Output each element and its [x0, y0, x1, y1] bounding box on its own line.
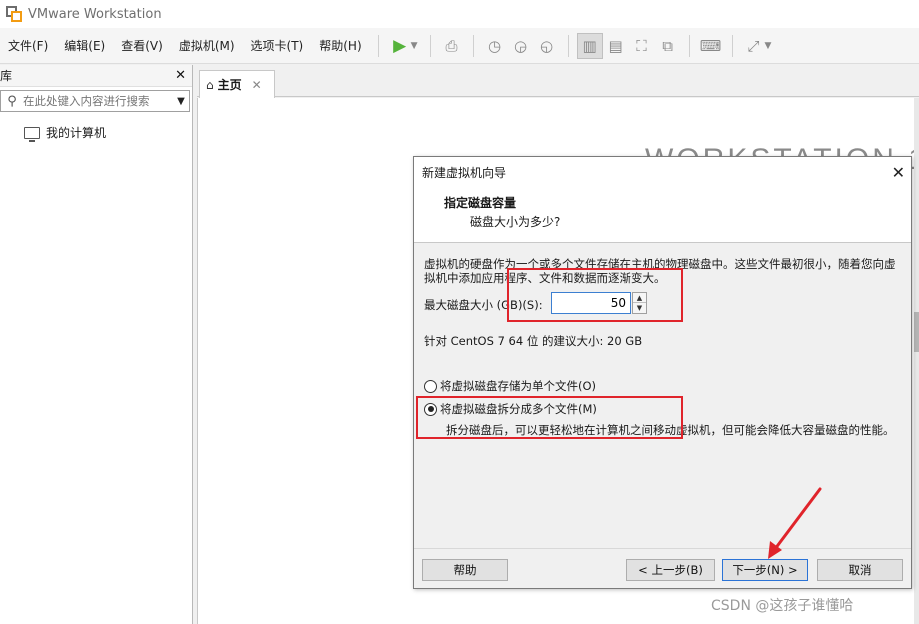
- show-library-icon[interactable]: ▥: [576, 32, 603, 59]
- search-icon: ⚲: [7, 93, 17, 109]
- home-icon: ⌂: [206, 77, 214, 92]
- send-keys-icon[interactable]: ⎙: [439, 33, 465, 59]
- dialog-title-bar: 新建虚拟机向导 ✕: [414, 157, 911, 187]
- dialog-subheading: 磁盘大小为多少?: [470, 215, 561, 229]
- menu-view[interactable]: 查看(V): [113, 34, 171, 58]
- close-icon[interactable]: ✕: [892, 163, 905, 182]
- snapshot-icon[interactable]: ◷: [482, 33, 508, 59]
- library-pane: 库 ✕ ⚲ ▼ 我的计算机: [0, 65, 193, 624]
- power-on-icon[interactable]: ▶: [387, 33, 413, 59]
- menu-file[interactable]: 文件(F): [0, 34, 56, 58]
- dialog-header: 指定磁盘容量 磁盘大小为多少?: [414, 187, 911, 241]
- tree-item-my-computer[interactable]: 我的计算机: [24, 124, 192, 142]
- library-search: ⚲ ▼: [0, 90, 190, 112]
- cancel-button[interactable]: 取消: [817, 559, 903, 581]
- radio-single-file[interactable]: 将虚拟磁盘存储为单个文件(O): [424, 378, 596, 394]
- new-vm-wizard-dialog: 新建虚拟机向导 ✕ 指定磁盘容量 磁盘大小为多少? 虚拟机的硬盘作为一个或多个文…: [413, 156, 912, 589]
- menu-vm[interactable]: 虚拟机(M): [171, 34, 243, 58]
- close-icon[interactable]: ✕: [175, 68, 186, 83]
- next-button[interactable]: 下一步(N) >: [722, 559, 808, 581]
- tab-home[interactable]: ⌂ 主页 ✕: [199, 70, 275, 98]
- revert-snapshot-icon[interactable]: ◶: [508, 33, 534, 59]
- dialog-title: 新建虚拟机向导: [422, 165, 507, 180]
- watermark: CSDN @这孩子谁懂哈: [711, 598, 854, 614]
- close-icon[interactable]: ✕: [252, 78, 262, 92]
- tab-strip: ⌂ 主页 ✕: [197, 65, 919, 98]
- computer-icon: [24, 126, 40, 142]
- console-view-icon[interactable]: ⌨: [698, 33, 724, 59]
- unity-icon[interactable]: ⧉: [655, 33, 681, 59]
- menu-bar: 文件(F) 编辑(E) 查看(V) 虚拟机(M) 选项卡(T) 帮助(H) ▶ …: [0, 28, 919, 64]
- tab-label: 主页: [217, 78, 242, 92]
- toolbar-separator: [688, 34, 690, 57]
- highlight-box-disk-size: [507, 268, 683, 322]
- menu-tabs[interactable]: 选项卡(T): [243, 34, 312, 58]
- full-screen-icon[interactable]: ⛶: [629, 33, 655, 59]
- search-input[interactable]: [23, 94, 173, 108]
- scrollbar[interactable]: [914, 98, 919, 624]
- toolbar-separator: [567, 34, 569, 57]
- radio-label: 将虚拟磁盘存储为单个文件(O): [440, 379, 597, 393]
- radio-button[interactable]: [424, 379, 437, 393]
- scrollbar-thumb[interactable]: [914, 312, 919, 352]
- dialog-footer: 帮助 < 上一步(B) 下一步(N) > 取消: [414, 548, 911, 588]
- recommended-size: 针对 CentOS 7 64 位 的建议大小: 20 GB: [424, 334, 643, 348]
- library-title: 库: [0, 69, 13, 83]
- vmware-logo-icon: [6, 6, 22, 22]
- toolbar-separator: [377, 34, 379, 57]
- menu-help[interactable]: 帮助(H): [311, 34, 369, 58]
- window-title: VMware Workstation: [28, 6, 162, 22]
- toolbar-separator: [429, 34, 431, 57]
- help-button[interactable]: 帮助: [422, 559, 508, 581]
- back-button[interactable]: < 上一步(B): [626, 559, 715, 581]
- chevron-down-icon[interactable]: ▼: [765, 41, 772, 51]
- chevron-down-icon[interactable]: ▼: [173, 96, 189, 107]
- highlight-box-split-option: [416, 396, 683, 439]
- title-bar: VMware Workstation: [0, 0, 919, 28]
- library-header: 库 ✕: [0, 65, 192, 87]
- stretch-guest-icon[interactable]: ⤢: [741, 33, 767, 59]
- toolbar-separator: [731, 34, 733, 57]
- toolbar-separator: [472, 34, 474, 57]
- snapshot-manager-icon[interactable]: ◵: [534, 33, 560, 59]
- thumbnail-bar-icon[interactable]: ▤: [603, 33, 629, 59]
- tree-item-label: 我的计算机: [46, 126, 107, 140]
- chevron-down-icon[interactable]: ▼: [411, 41, 418, 51]
- dialog-heading: 指定磁盘容量: [444, 196, 517, 210]
- menu-edit[interactable]: 编辑(E): [56, 34, 113, 58]
